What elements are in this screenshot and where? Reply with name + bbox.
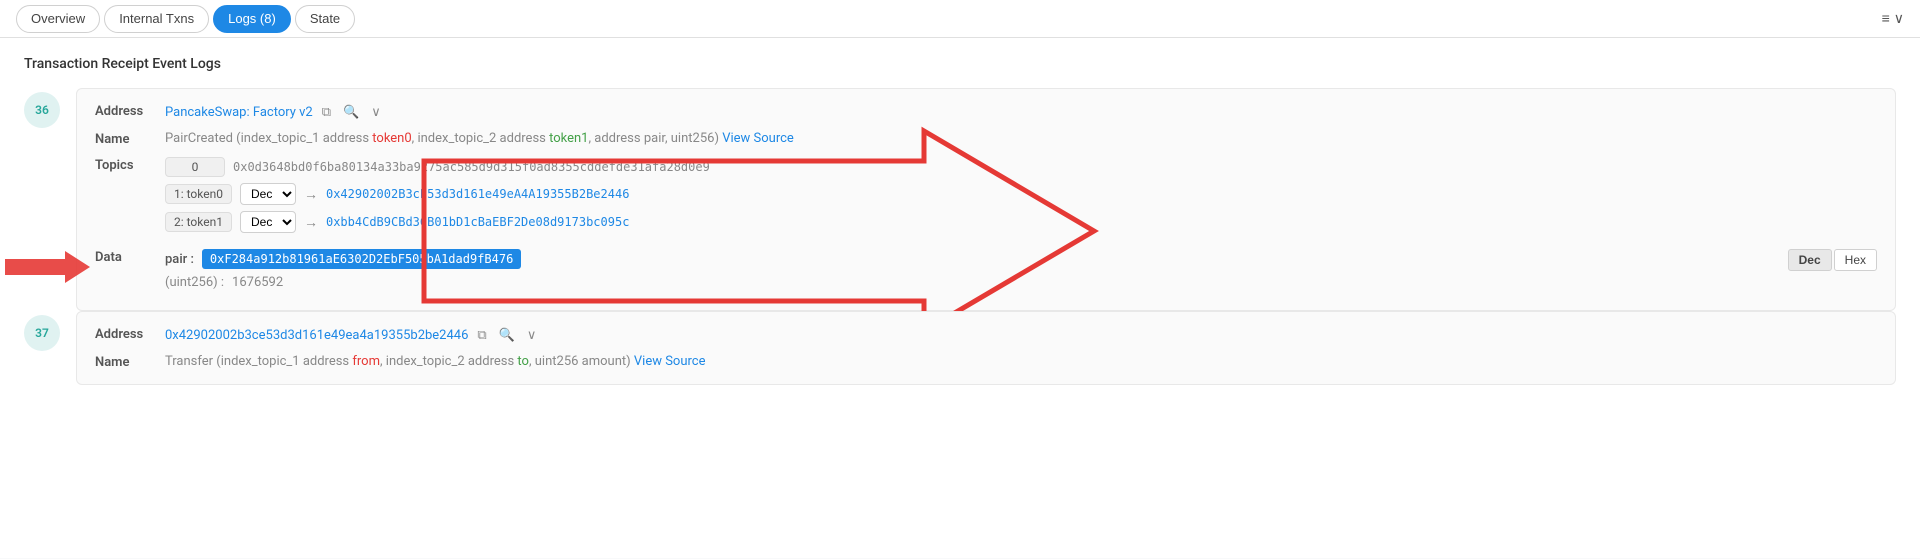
token1-keyword: token1	[549, 131, 588, 146]
page-container: Overview Internal Txns Logs (8) State ≡ …	[0, 0, 1920, 558]
log-37-address-actions: ⧉ 🔍 ∨	[474, 326, 539, 344]
topic-value-1: 0x42902002B3cE53d3d161e49eA4A19355B2Be24…	[326, 187, 629, 201]
red-arrow-annotation	[5, 251, 90, 283]
data-value-uint: 1676592	[232, 275, 283, 290]
data-label-text: Data	[95, 250, 122, 265]
tab-overview[interactable]: Overview	[16, 5, 100, 33]
log-entry-36: 36 Address PancakeSwap: Factory v2 ⧉ 🔍 ∨	[24, 88, 1896, 311]
hex-button[interactable]: Hex	[1834, 249, 1877, 271]
log-37-name-mid1: , index_topic_2 address	[380, 354, 517, 369]
log-address-row: Address PancakeSwap: Factory v2 ⧉ 🔍 ∨	[95, 103, 1877, 121]
log-37-address-link[interactable]: 0x42902002b3ce53d3d161e49ea4a19355b2be24…	[165, 328, 468, 343]
data-row-uint: (uint256) : 1676592	[165, 275, 1757, 290]
address-value: PancakeSwap: Factory v2 ⧉ 🔍 ∨	[165, 103, 1877, 121]
log-37-name-row: Name Transfer (index_topic_1 address fro…	[95, 354, 1877, 370]
log-37-address-row: Address 0x42902002b3ce53d3d161e49ea4a193…	[95, 326, 1877, 344]
arrow-icon-1: →	[304, 186, 318, 203]
log-name-row: Name PairCreated (index_topic_1 address …	[95, 131, 1877, 147]
topics-label: Topics	[95, 157, 165, 173]
log-37-to-keyword: to	[517, 354, 529, 369]
toolbar-right[interactable]: ≡ ∨	[1882, 10, 1904, 27]
topics-value: 0 0x0d3648bd0f6ba80134a33ba9275ac585d9d3…	[165, 157, 1877, 239]
name-mid2: , address pair, uint256)	[588, 131, 722, 146]
tab-logs[interactable]: Logs (8)	[213, 5, 291, 33]
topic-row-0: 0 0x0d3648bd0f6ba80134a33ba9275ac585d9d3…	[165, 157, 1877, 177]
tabs-bar: Overview Internal Txns Logs (8) State ≡ …	[0, 0, 1920, 38]
log-37-address-label: Address	[95, 326, 165, 342]
token0-keyword: token0	[372, 131, 411, 146]
address-label: Address	[95, 103, 165, 119]
log-entry-37: 37 Address 0x42902002b3ce53d3d161e49ea4a…	[24, 311, 1896, 385]
log-37-view-source-link[interactable]: View Source	[634, 354, 706, 369]
log-37-from-keyword: from	[352, 354, 380, 369]
copy-icon[interactable]: ⧉	[319, 103, 334, 121]
name-value: PairCreated (index_topic_1 address token…	[165, 131, 1877, 146]
log-topics-row: Topics 0 0x0d3648bd0f6ba80134a33ba9275ac…	[95, 157, 1877, 239]
data-value-pair: 0xF284a912b81961aE6302D2EbF505bA1dad9fB4…	[202, 249, 521, 269]
data-row-pair: pair : 0xF284a912b81961aE6302D2EbF505bA1…	[165, 249, 1757, 269]
name-label: Name	[95, 131, 165, 147]
log-37-copy-icon[interactable]: ⧉	[474, 326, 489, 344]
section-title: Transaction Receipt Event Logs	[24, 56, 1896, 72]
data-key-uint: (uint256) :	[165, 275, 224, 290]
topic-index-2: 2: token1	[165, 212, 232, 232]
address-actions: ⧉ 🔍 ∨	[319, 103, 384, 121]
name-prefix: PairCreated (index_topic_1 address	[165, 131, 372, 146]
red-arrow-svg	[5, 251, 90, 283]
data-label: Data	[95, 249, 165, 265]
log-37-chevron-down-icon[interactable]: ∨	[524, 326, 540, 344]
topic-index-0: 0	[165, 157, 225, 177]
topic-row-1: 1: token0 Dec Hex → 0x42902002B3cE53d3d1…	[165, 183, 1877, 205]
log-body-36: Address PancakeSwap: Factory v2 ⧉ 🔍 ∨ Na…	[76, 88, 1896, 311]
log-body-37: Address 0x42902002b3ce53d3d161e49ea4a193…	[76, 311, 1896, 385]
list-icon: ≡	[1882, 10, 1890, 27]
log-data-row: Data pair : 0xF284a912b81961aE6302D2EbF5…	[95, 249, 1877, 296]
topic-hash-0: 0x0d3648bd0f6ba80134a33ba9275ac585d9d315…	[233, 160, 710, 174]
data-value: pair : 0xF284a912b81961aE6302D2EbF505bA1…	[165, 249, 1877, 296]
tab-state[interactable]: State	[295, 5, 355, 33]
log-37-name-prefix: Transfer (index_topic_1 address	[165, 354, 352, 369]
search-icon[interactable]: 🔍	[340, 103, 362, 121]
log-37-name-label: Name	[95, 354, 165, 370]
log-index-badge-36: 36	[24, 92, 60, 128]
topic-value-2: 0xbb4CdB9CBd36B01bD1cBaEBF2De08d9173bc09…	[326, 215, 629, 229]
chevron-down-icon-addr[interactable]: ∨	[368, 103, 384, 121]
dec-hex-buttons: Dec Hex	[1788, 249, 1877, 271]
tabs-left: Overview Internal Txns Logs (8) State	[16, 5, 355, 33]
log-37-name-value: Transfer (index_topic_1 address from, in…	[165, 354, 1877, 369]
view-source-link[interactable]: View Source	[722, 131, 794, 146]
log-37-search-icon[interactable]: 🔍	[496, 326, 518, 344]
log-37-address-value: 0x42902002b3ce53d3d161e49ea4a19355b2be24…	[165, 326, 1877, 344]
topic-row-2: 2: token1 Dec Hex → 0xbb4CdB9CBd36B01bD1…	[165, 211, 1877, 233]
address-link[interactable]: PancakeSwap: Factory v2	[165, 105, 313, 120]
main-content: Transaction Receipt Event Logs 36 Addres…	[0, 38, 1920, 558]
chevron-down-icon: ∨	[1894, 11, 1904, 27]
log-index-badge-37: 37	[24, 315, 60, 351]
dec-button[interactable]: Dec	[1788, 249, 1832, 271]
decode-select-1[interactable]: Dec Hex	[240, 183, 296, 205]
decode-select-2[interactable]: Dec Hex	[240, 211, 296, 233]
topic-index-1: 1: token0	[165, 184, 232, 204]
arrow-icon-2: →	[304, 214, 318, 231]
tab-internal-txns[interactable]: Internal Txns	[104, 5, 209, 33]
log-37-name-mid2: , uint256 amount)	[529, 354, 634, 369]
name-mid1: , index_topic_2 address	[412, 131, 549, 146]
data-key-pair: pair :	[165, 252, 194, 267]
